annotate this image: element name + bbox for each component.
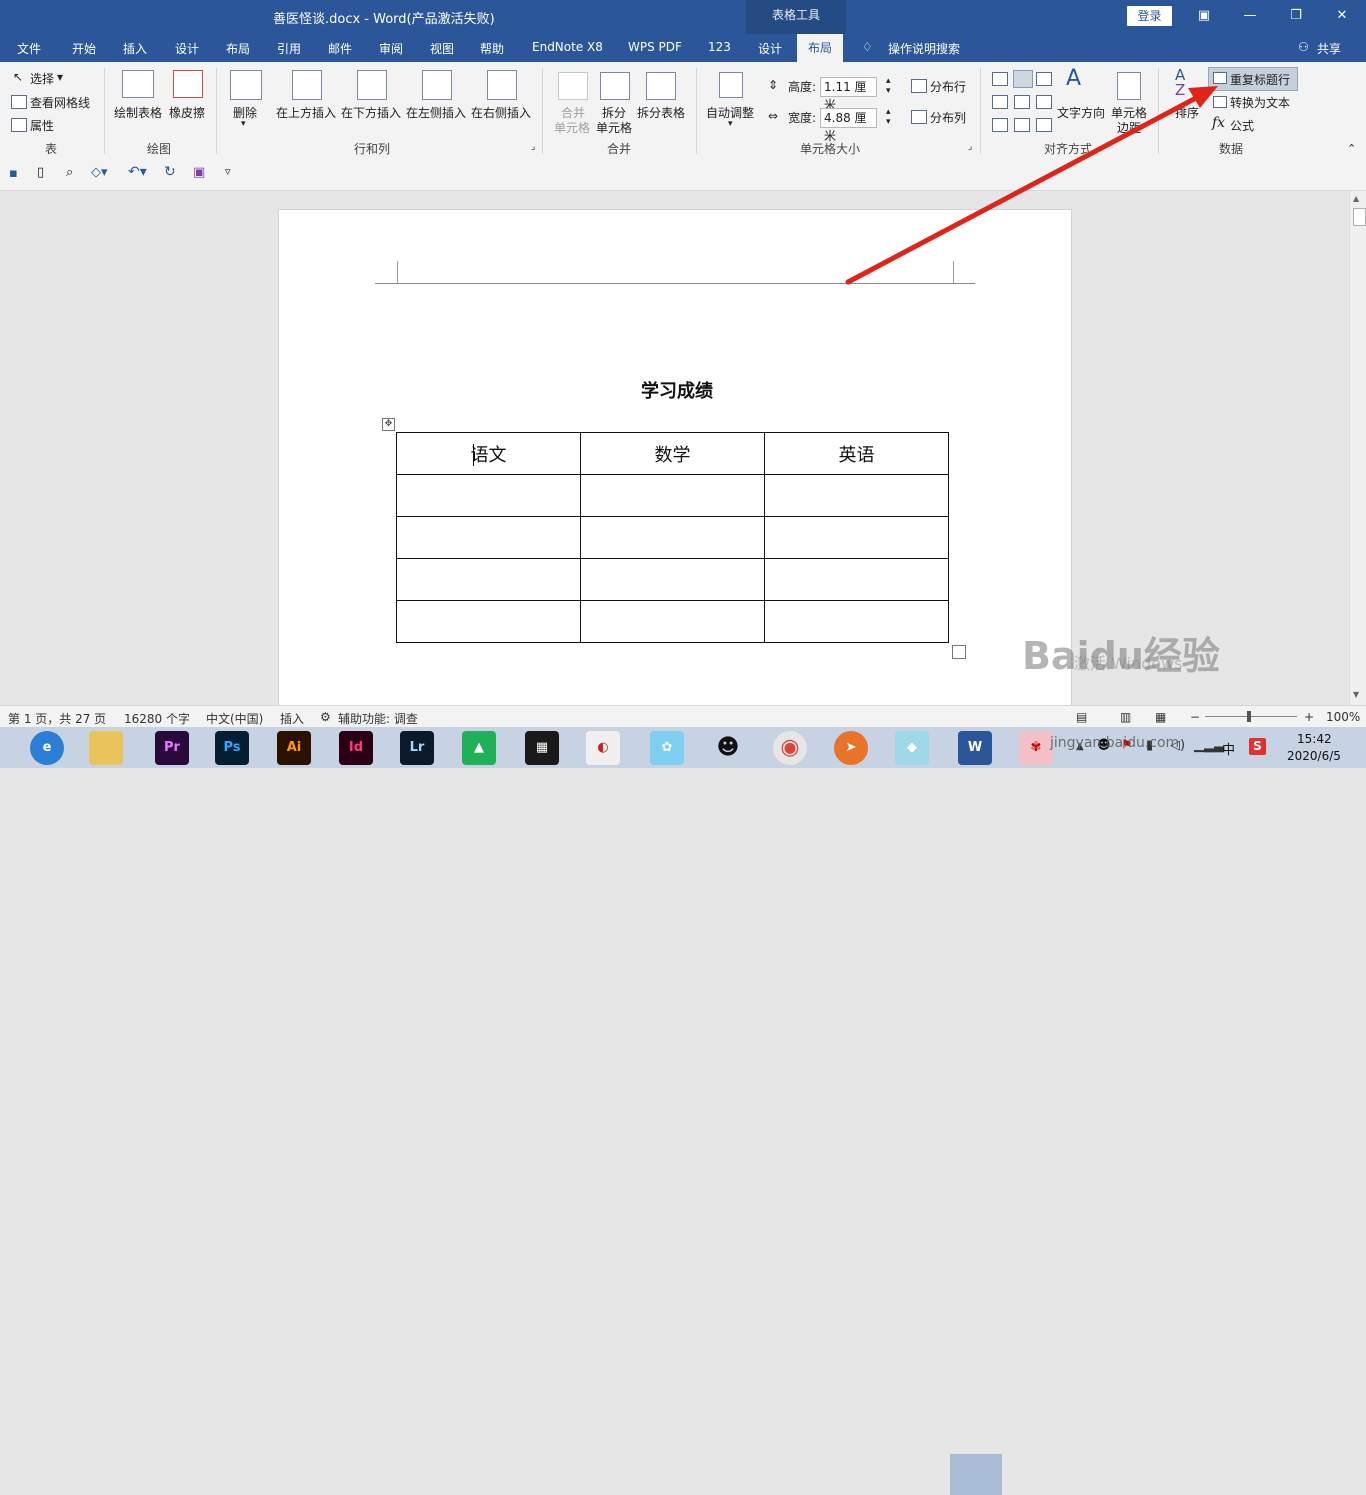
arrow-head	[1188, 86, 1218, 108]
word-taskbar-active	[950, 1454, 1002, 1495]
annotation-arrow	[845, 86, 1218, 285]
arrow-shaft	[845, 95, 1199, 285]
